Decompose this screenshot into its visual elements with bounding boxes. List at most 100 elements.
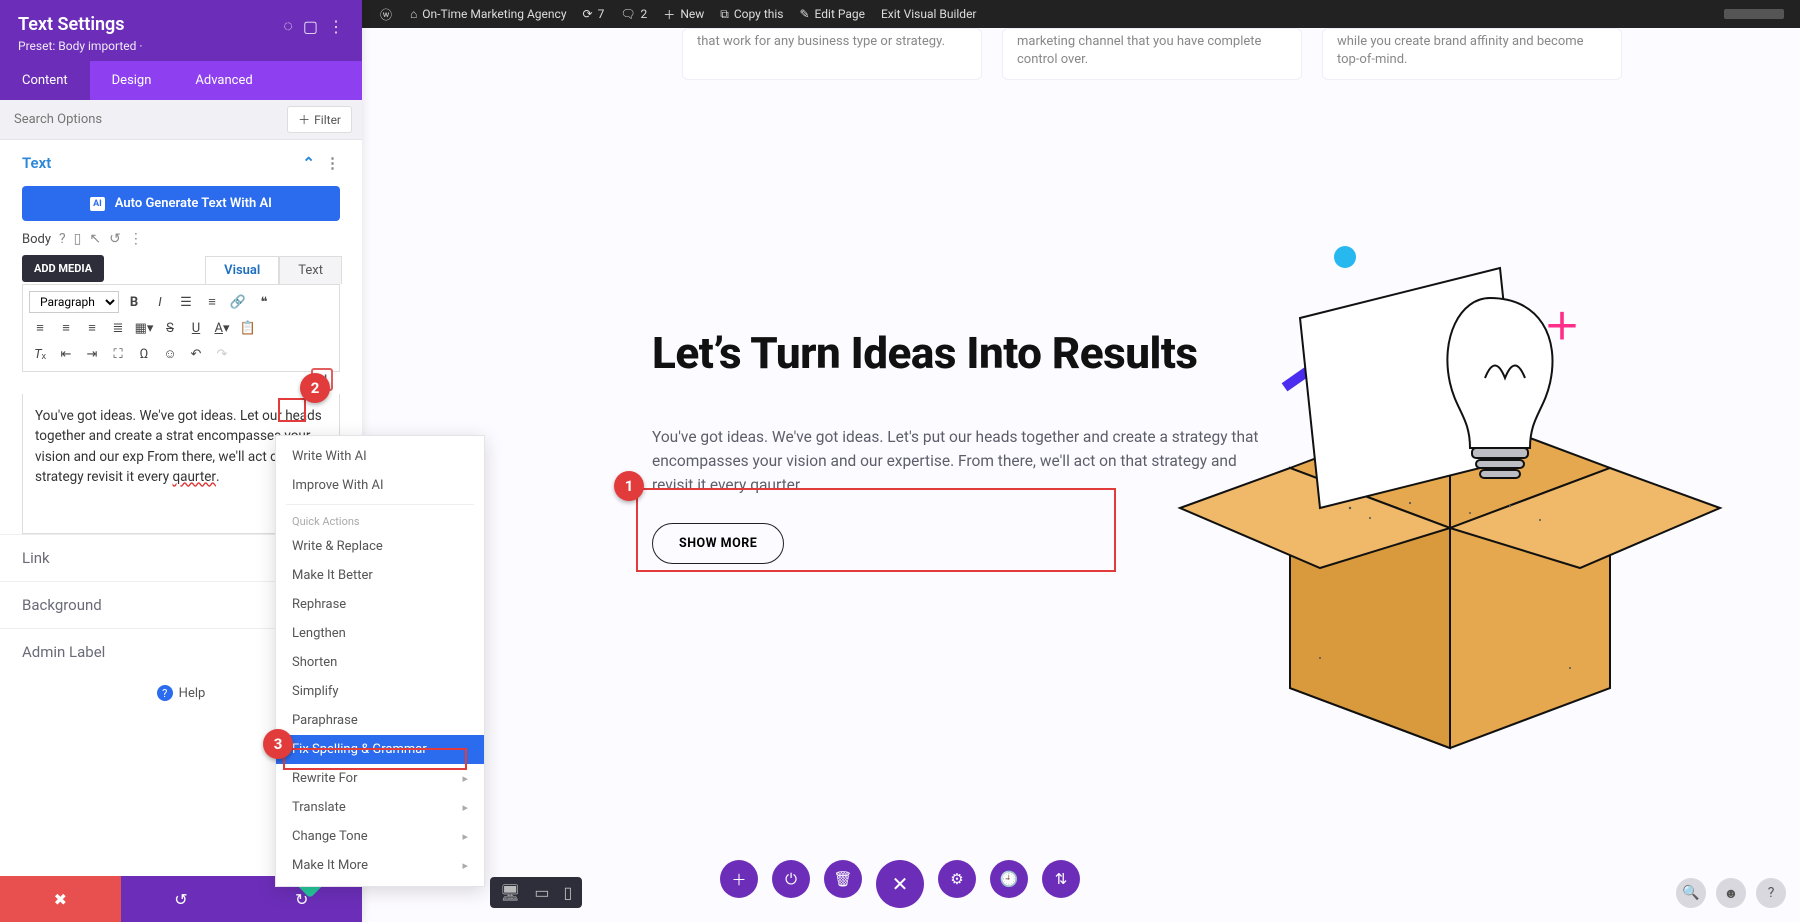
mi-make-more[interactable]: Make It More▸ bbox=[276, 851, 484, 880]
mi-shorten[interactable]: Shorten bbox=[276, 648, 484, 677]
editor-tab-text[interactable]: Text bbox=[279, 256, 342, 284]
mi-fix-spelling[interactable]: Fix Spelling & Grammar bbox=[276, 735, 484, 764]
textcolor-icon[interactable]: A▾ bbox=[211, 317, 233, 339]
wp-site[interactable]: ⌂On-Time Marketing Agency bbox=[402, 0, 575, 28]
outdent-icon[interactable]: ⇤ bbox=[55, 343, 77, 365]
emoji-icon[interactable]: ☺ bbox=[159, 343, 181, 365]
refresh-icon: ⟳ bbox=[583, 7, 593, 21]
mi-write-replace[interactable]: Write & Replace bbox=[276, 532, 484, 561]
align-right-icon[interactable]: ≡ bbox=[81, 317, 103, 339]
mi-make-better[interactable]: Make It Better bbox=[276, 561, 484, 590]
close-action[interactable]: ✕ bbox=[876, 860, 924, 908]
align-left-icon[interactable]: ≡ bbox=[29, 317, 51, 339]
chevron-right-icon: ▸ bbox=[462, 801, 468, 814]
align-center-icon[interactable]: ≡ bbox=[55, 317, 77, 339]
bold-icon[interactable]: B bbox=[123, 291, 145, 313]
tab-advanced[interactable]: Advanced bbox=[173, 61, 274, 100]
card-3: while you create brand affinity and beco… bbox=[1322, 28, 1622, 80]
redo-icon[interactable]: ↷ bbox=[211, 343, 233, 365]
kebab-icon[interactable]: ⋮ bbox=[129, 231, 143, 247]
auto-generate-ai-button[interactable]: AI Auto Generate Text With AI bbox=[22, 186, 340, 221]
zoom-icon[interactable]: 🔍 bbox=[1676, 878, 1706, 908]
wp-updates[interactable]: ⟳7 bbox=[575, 0, 613, 28]
undo-button[interactable]: ↺ bbox=[121, 876, 242, 922]
link-icon[interactable]: 🔗 bbox=[227, 291, 249, 313]
chevron-right-icon: ▸ bbox=[462, 830, 468, 843]
mi-write[interactable]: Write With AI bbox=[276, 442, 484, 471]
strike-icon[interactable]: S bbox=[159, 317, 181, 339]
wp-copy[interactable]: ⧉Copy this bbox=[712, 0, 791, 28]
hover-icon[interactable]: ↖ bbox=[89, 231, 101, 247]
kebab-icon[interactable]: ⋮ bbox=[325, 154, 340, 172]
tab-design[interactable]: Design bbox=[90, 61, 174, 100]
kebab-icon[interactable]: ⋮ bbox=[328, 17, 344, 36]
drag-icon[interactable]: ◌ bbox=[283, 16, 293, 36]
tablet-icon[interactable]: ▭ bbox=[534, 883, 549, 902]
clear-icon[interactable]: Tₓ bbox=[29, 343, 51, 365]
ul-icon[interactable]: ☰ bbox=[175, 291, 197, 313]
wp-exit[interactable]: Exit Visual Builder bbox=[873, 0, 985, 28]
settings-action[interactable]: ⚙ bbox=[938, 860, 976, 898]
mobile-icon[interactable]: ▯ bbox=[74, 231, 82, 247]
annotation-3: 3 bbox=[263, 729, 293, 759]
wp-new[interactable]: ＋New bbox=[655, 0, 712, 28]
sidebar-tabs: Content Design Advanced bbox=[0, 61, 362, 100]
omega-icon[interactable]: Ω bbox=[133, 343, 155, 365]
indent-icon[interactable]: ⇥ bbox=[81, 343, 103, 365]
annotation-1: 1 bbox=[614, 471, 644, 501]
editor-tab-visual[interactable]: Visual bbox=[205, 256, 279, 284]
fullscreen-icon[interactable]: ⛶ bbox=[107, 343, 129, 365]
wp-logo[interactable]: ⓦ bbox=[370, 0, 402, 28]
sidebar-preset[interactable]: Preset: Body imported · bbox=[18, 39, 283, 53]
bottom-right-controls: 🔍 ☻ ? bbox=[1676, 878, 1786, 908]
card-2: marketing channel that you have complete… bbox=[1002, 28, 1302, 80]
body-label: Body bbox=[22, 232, 51, 247]
sidebar-title: Text Settings bbox=[18, 14, 283, 35]
filter-button[interactable]: ＋Filter bbox=[287, 106, 352, 133]
wp-user[interactable] bbox=[1716, 0, 1792, 28]
quote-icon[interactable]: ❝ bbox=[253, 291, 275, 313]
desktop-icon[interactable]: 🖥 bbox=[500, 883, 520, 902]
mi-improve[interactable]: Improve With AI bbox=[276, 471, 484, 500]
history-action[interactable]: 🕘 bbox=[990, 860, 1028, 898]
mi-simplify[interactable]: Simplify bbox=[276, 677, 484, 706]
phone-icon[interactable]: ▯ bbox=[563, 883, 572, 902]
mi-change-tone[interactable]: Change Tone▸ bbox=[276, 822, 484, 851]
cancel-button[interactable]: ✖ bbox=[0, 876, 121, 922]
paste-icon[interactable]: 📋 bbox=[237, 317, 259, 339]
mi-rephrase[interactable]: Rephrase bbox=[276, 590, 484, 619]
help-corner-icon[interactable]: ? bbox=[1756, 878, 1786, 908]
reset-icon[interactable]: ↺ bbox=[109, 231, 121, 247]
tab-content[interactable]: Content bbox=[0, 61, 90, 100]
mi-rewrite-for[interactable]: Rewrite For▸ bbox=[276, 764, 484, 793]
align-justify-icon[interactable]: ≣ bbox=[107, 317, 129, 339]
copy-icon: ⧉ bbox=[720, 7, 729, 22]
paragraph-select[interactable]: Paragraph bbox=[29, 291, 119, 313]
swap-action[interactable]: ⇅ bbox=[1042, 860, 1080, 898]
wp-edit[interactable]: ✎Edit Page bbox=[791, 0, 873, 28]
table-icon[interactable]: ▦▾ bbox=[133, 317, 155, 339]
wp-comments[interactable]: 🗨2 bbox=[612, 0, 655, 28]
editor-typo: qaurter bbox=[172, 469, 216, 485]
mi-translate[interactable]: Translate▸ bbox=[276, 793, 484, 822]
layout-icon[interactable]: ▢ bbox=[303, 17, 318, 36]
page-canvas[interactable]: that work for any business type or strat… bbox=[362, 28, 1800, 922]
underline-icon[interactable]: U bbox=[185, 317, 207, 339]
mi-paraphrase[interactable]: Paraphrase bbox=[276, 706, 484, 735]
group-text[interactable]: Text ⌃⋮ bbox=[22, 154, 340, 172]
ai-context-menu: Write With AI Improve With AI Quick Acti… bbox=[275, 435, 485, 887]
italic-icon[interactable]: I bbox=[149, 291, 171, 313]
power-action[interactable]: ⏻ bbox=[772, 860, 810, 898]
pencil-icon: ✎ bbox=[799, 7, 809, 21]
add-media-button[interactable]: ADD MEDIA bbox=[22, 255, 104, 282]
ol-icon[interactable]: ≡ bbox=[201, 291, 223, 313]
add-action[interactable]: ＋ bbox=[720, 860, 758, 898]
trash-action[interactable]: 🗑 bbox=[824, 860, 862, 898]
search-input[interactable] bbox=[10, 106, 279, 133]
feedback-icon[interactable]: ☻ bbox=[1716, 878, 1746, 908]
plus-icon: ＋ bbox=[298, 111, 310, 128]
show-more-button[interactable]: SHOW MORE bbox=[652, 523, 784, 564]
undo-icon[interactable]: ↶ bbox=[185, 343, 207, 365]
help-icon[interactable]: ? bbox=[59, 231, 66, 247]
mi-lengthen[interactable]: Lengthen bbox=[276, 619, 484, 648]
